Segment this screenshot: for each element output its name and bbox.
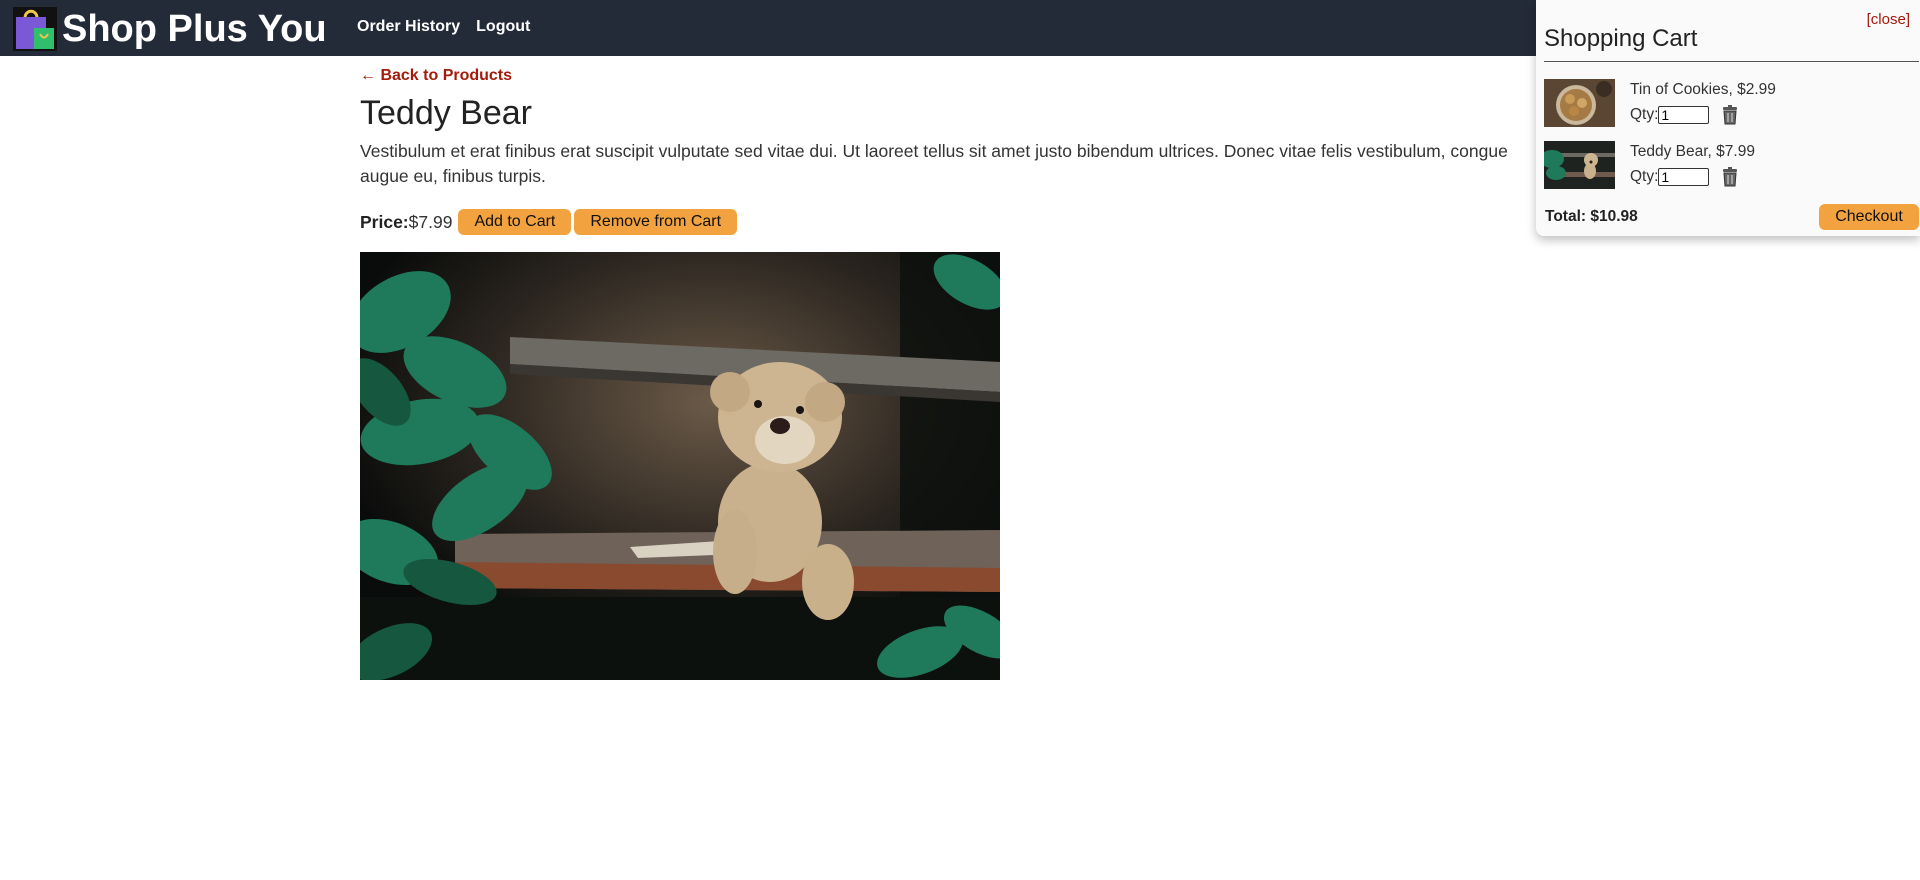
cart-close-link[interactable]: [close]: [1867, 11, 1910, 29]
cart-item-thumbnail: [1544, 79, 1615, 127]
qty-label: Qty:: [1630, 168, 1659, 185]
product-title: Teddy Bear: [360, 94, 532, 132]
nav-logout[interactable]: Logout: [476, 17, 530, 37]
trash-icon[interactable]: [1721, 167, 1739, 187]
back-to-products-link[interactable]: ← Back to Products: [360, 66, 512, 86]
cart-divider: [1544, 61, 1919, 62]
cart-item: Teddy Bear, $7.99 Qty:: [1544, 141, 1914, 189]
shopping-bag-logo-icon: [13, 7, 57, 51]
qty-input[interactable]: [1658, 168, 1710, 186]
remove-from-cart-button[interactable]: Remove from Cart: [574, 209, 738, 235]
teddy-bear-thumbnail: [1544, 141, 1615, 189]
cart-item-name: Teddy Bear, $7.99: [1630, 143, 1755, 160]
main-nav: Order History Logout: [357, 17, 530, 37]
product-description: Vestibulum et erat finibus erat suscipit…: [360, 141, 1508, 186]
shopping-cart-panel: [close] Shopping Cart Tin of Cookies, $2…: [1536, 0, 1920, 236]
brand[interactable]: Shop Plus You: [12, 6, 327, 52]
trash-icon[interactable]: [1721, 105, 1739, 125]
qty-row: Qty:: [1630, 105, 1739, 125]
price-value: $7.99: [408, 212, 453, 232]
qty-label: Qty:: [1630, 106, 1659, 123]
qty-row: Qty:: [1630, 167, 1739, 187]
product-image: [360, 252, 1000, 680]
teddy-bear-photo: [360, 252, 1000, 680]
cookies-thumbnail: [1544, 79, 1615, 127]
cart-footer: Total: $10.98 Checkout: [1545, 204, 1919, 230]
qty-input[interactable]: [1658, 106, 1710, 124]
cart-item-name: Tin of Cookies, $2.99: [1630, 81, 1776, 98]
add-to-cart-button[interactable]: Add to Cart: [458, 209, 572, 235]
price-label: Price:: [360, 212, 409, 232]
brand-title: Shop Plus You: [62, 8, 327, 50]
nav-order-history[interactable]: Order History: [357, 17, 460, 37]
cart-item-thumbnail: [1544, 141, 1615, 189]
price-row: Price: $7.99 Add to Cart Remove from Car…: [360, 209, 738, 235]
cart-total: Total: $10.98: [1545, 208, 1638, 225]
cart-title: Shopping Cart: [1544, 25, 1698, 52]
cart-item: Tin of Cookies, $2.99 Qty:: [1544, 79, 1914, 127]
checkout-button[interactable]: Checkout: [1819, 204, 1919, 230]
